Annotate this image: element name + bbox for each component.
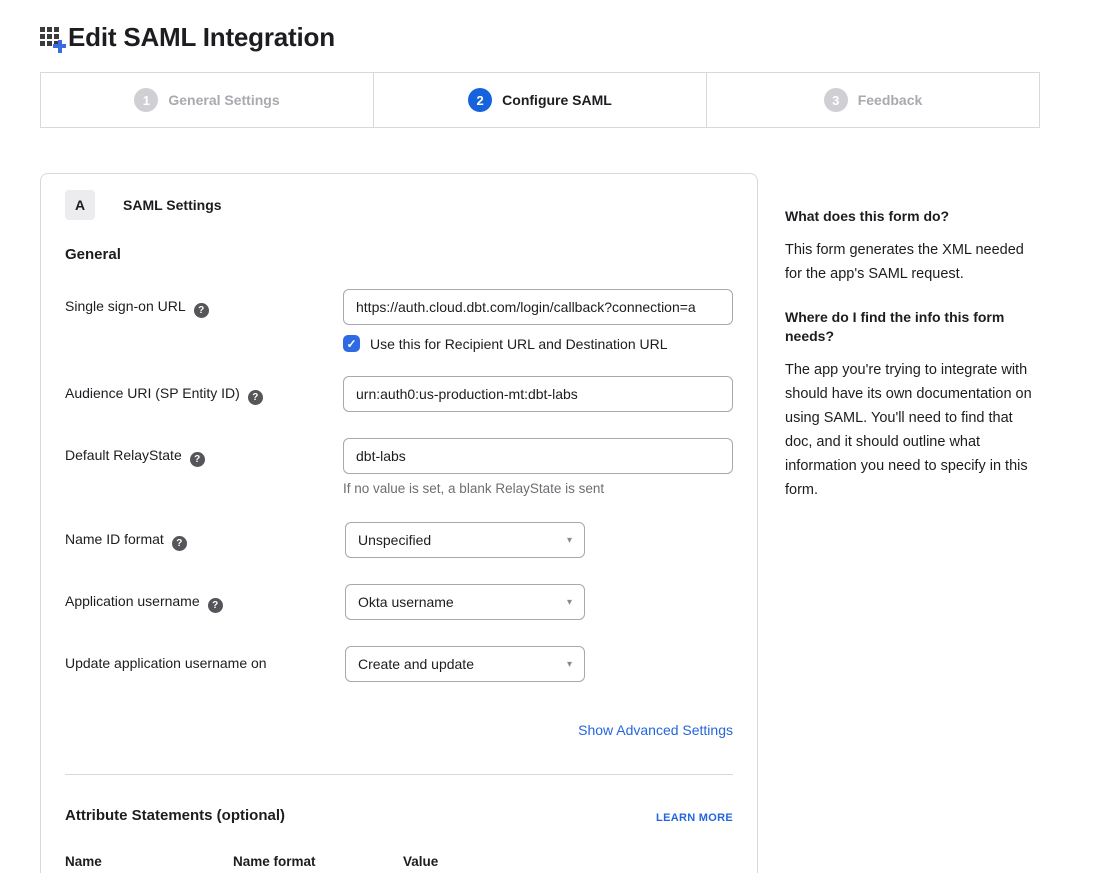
column-header-name: Name bbox=[65, 854, 233, 869]
help-sidebar: What does this form do? This form genera… bbox=[785, 207, 1043, 524]
plus-icon bbox=[53, 40, 66, 53]
relay-state-input[interactable] bbox=[343, 438, 733, 474]
update-app-username-select[interactable]: Create and update ▾ bbox=[345, 646, 585, 682]
app-username-label: Application username? bbox=[65, 584, 345, 620]
help-icon[interactable]: ? bbox=[194, 303, 209, 318]
audience-uri-label: Audience URI (SP Entity ID)? bbox=[65, 376, 343, 412]
chevron-down-icon: ▾ bbox=[567, 597, 572, 608]
audience-uri-input[interactable] bbox=[343, 376, 733, 412]
step-label: Configure SAML bbox=[502, 92, 612, 108]
help-icon[interactable]: ? bbox=[190, 452, 205, 467]
step-feedback[interactable]: 3 Feedback bbox=[706, 73, 1039, 127]
audience-uri-row: Audience URI (SP Entity ID)? bbox=[65, 376, 733, 412]
step-number-badge: 2 bbox=[468, 88, 492, 112]
selected-value: Okta username bbox=[358, 594, 454, 610]
app-grid-plus-icon bbox=[40, 26, 64, 50]
sso-url-label: Single sign-on URL? bbox=[65, 289, 343, 352]
panel-title: SAML Settings bbox=[123, 197, 222, 213]
step-number-badge: 1 bbox=[134, 88, 158, 112]
app-username-row: Application username? Okta username ▾ bbox=[65, 584, 733, 620]
help-body: The app you're trying to integrate with … bbox=[785, 358, 1043, 502]
selected-value: Unspecified bbox=[358, 532, 431, 548]
edit-saml-integration-page: Edit SAML Integration 1 General Settings… bbox=[0, 0, 1118, 873]
selected-value: Create and update bbox=[358, 656, 474, 672]
step-number-badge: 3 bbox=[824, 88, 848, 112]
page-title: Edit SAML Integration bbox=[68, 22, 335, 53]
help-icon[interactable]: ? bbox=[172, 536, 187, 551]
show-advanced-settings-link[interactable]: Show Advanced Settings bbox=[578, 722, 733, 738]
relay-state-row: Default RelayState? If no value is set, … bbox=[65, 438, 733, 496]
section-divider bbox=[65, 774, 733, 775]
saml-settings-panel: A SAML Settings General Single sign-on U… bbox=[40, 173, 758, 873]
recipient-url-checkbox[interactable]: ✓ bbox=[343, 335, 360, 352]
learn-more-link[interactable]: LEARN MORE bbox=[656, 812, 733, 824]
relay-state-helper-text: If no value is set, a blank RelayState i… bbox=[343, 481, 733, 496]
sso-url-input[interactable] bbox=[343, 289, 733, 325]
help-heading: Where do I find the info this form needs… bbox=[785, 308, 1043, 346]
panel-header: A SAML Settings bbox=[65, 190, 733, 220]
general-section-heading: General bbox=[65, 246, 733, 263]
name-id-format-row: Name ID format? Unspecified ▾ bbox=[65, 522, 733, 558]
wizard-steps: 1 General Settings 2 Configure SAML 3 Fe… bbox=[40, 72, 1040, 128]
update-app-username-row: Update application username on Create an… bbox=[65, 646, 733, 682]
app-username-select[interactable]: Okta username ▾ bbox=[345, 584, 585, 620]
help-body: This form generates the XML needed for t… bbox=[785, 238, 1043, 286]
column-header-name-format: Name format bbox=[233, 854, 403, 869]
name-id-format-select[interactable]: Unspecified ▾ bbox=[345, 522, 585, 558]
attribute-statements-heading: Attribute Statements (optional) bbox=[65, 807, 285, 824]
page-header: Edit SAML Integration bbox=[40, 22, 335, 53]
chevron-down-icon: ▾ bbox=[567, 659, 572, 670]
step-general-settings[interactable]: 1 General Settings bbox=[41, 73, 373, 127]
sso-url-row: Single sign-on URL? ✓ Use this for Recip… bbox=[65, 289, 733, 352]
relay-state-label: Default RelayState? bbox=[65, 438, 343, 496]
chevron-down-icon: ▾ bbox=[567, 535, 572, 546]
help-heading: What does this form do? bbox=[785, 207, 1043, 226]
update-app-username-label: Update application username on bbox=[65, 646, 345, 682]
section-a-badge: A bbox=[65, 190, 95, 220]
recipient-url-checkbox-label: Use this for Recipient URL and Destinati… bbox=[370, 336, 668, 352]
step-label: General Settings bbox=[168, 92, 279, 108]
help-icon[interactable]: ? bbox=[248, 390, 263, 405]
help-icon[interactable]: ? bbox=[208, 598, 223, 613]
attribute-statements-column-headers: Name Name format Value bbox=[65, 854, 733, 869]
name-id-format-label: Name ID format? bbox=[65, 522, 345, 558]
step-label: Feedback bbox=[858, 92, 923, 108]
column-header-value: Value bbox=[403, 854, 438, 869]
step-configure-saml[interactable]: 2 Configure SAML bbox=[373, 73, 706, 127]
